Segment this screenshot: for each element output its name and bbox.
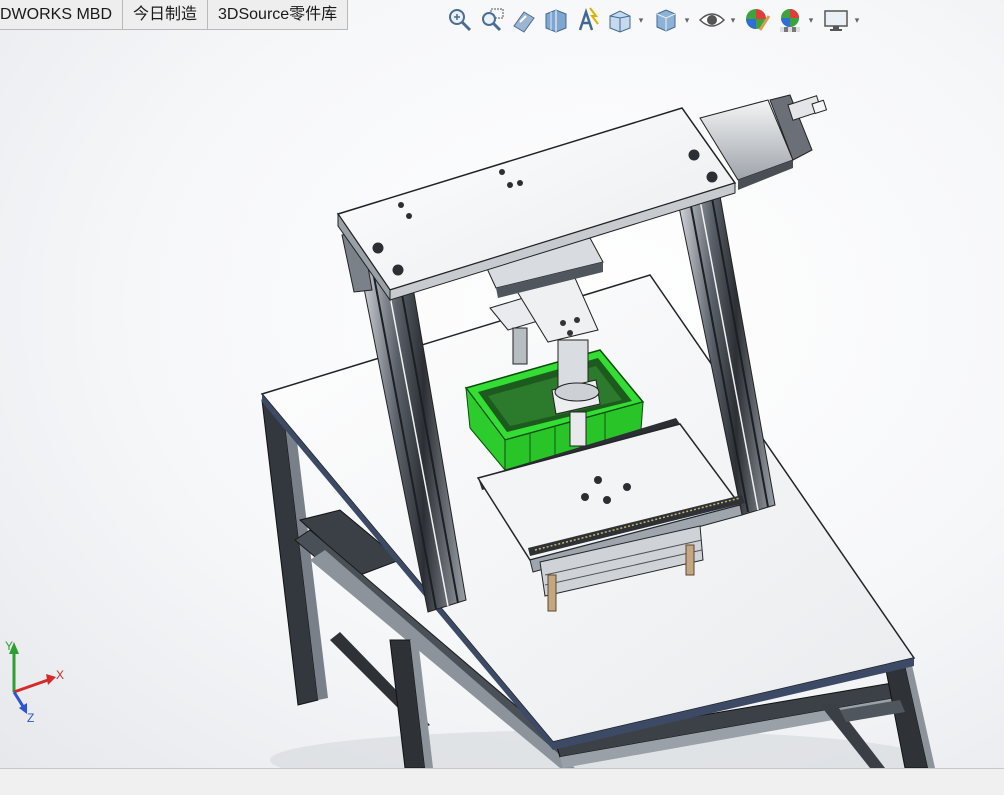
view-orientation-dropdown-icon[interactable]: ▾ — [636, 4, 646, 36]
section-view-icon[interactable] — [540, 4, 572, 36]
z-axis-label: Z — [27, 711, 34, 725]
heads-up-view-toolbar: ▾ ▾ ▾ ▾ ▾ — [444, 3, 866, 37]
coordinate-triad: Y X Z — [5, 639, 64, 725]
zoom-to-fit-icon[interactable] — [444, 4, 476, 36]
hide-show-items-icon[interactable] — [696, 4, 728, 36]
tab-3dsource-library[interactable]: 3DSource零件库 — [208, 0, 349, 30]
status-bar — [0, 768, 1004, 795]
apply-scene-icon[interactable] — [774, 4, 806, 36]
view-settings-icon[interactable] — [820, 4, 852, 36]
display-style-icon[interactable] — [650, 4, 682, 36]
view-settings-dropdown-icon[interactable]: ▾ — [852, 4, 862, 36]
display-style-dropdown-icon[interactable]: ▾ — [682, 4, 692, 36]
dynamic-annotation-icon[interactable] — [572, 4, 604, 36]
graphics-viewport[interactable]: DWORKS MBD 今日制造 3DSource零件库 ▾ ▾ ▾ ▾ ▾ Y … — [0, 0, 1004, 768]
z-axis-line — [12, 691, 26, 709]
assembly-model[interactable] — [0, 0, 1004, 768]
x-axis-line — [13, 678, 49, 694]
tab-mbd[interactable]: DWORKS MBD — [0, 0, 123, 30]
view-orientation-icon[interactable] — [604, 4, 636, 36]
tab-today-manufacturing[interactable]: 今日制造 — [123, 0, 209, 30]
scene-dropdown-icon[interactable]: ▾ — [806, 4, 816, 36]
edit-appearance-icon[interactable] — [742, 4, 774, 36]
zoom-to-area-icon[interactable] — [476, 4, 508, 36]
y-axis-label: Y — [5, 639, 13, 653]
hide-show-dropdown-icon[interactable]: ▾ — [728, 4, 738, 36]
command-manager-tabs: DWORKS MBD 今日制造 3DSource零件库 — [0, 0, 349, 30]
previous-view-icon[interactable] — [508, 4, 540, 36]
x-axis-label: X — [56, 668, 64, 682]
